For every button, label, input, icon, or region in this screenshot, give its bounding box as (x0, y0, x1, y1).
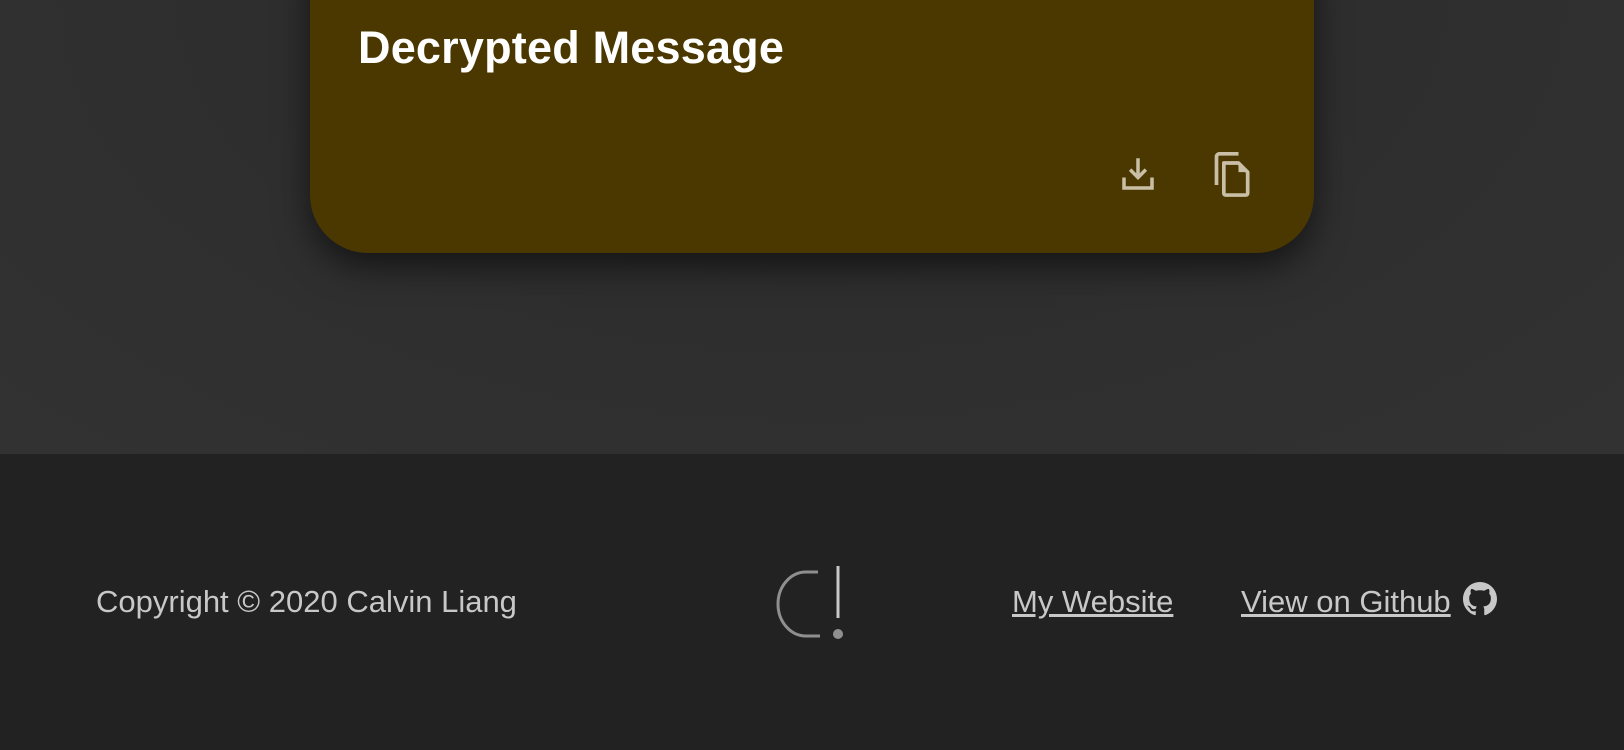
download-icon (1122, 158, 1154, 190)
download-button[interactable] (1112, 148, 1164, 200)
card-title: Decrypted Message (358, 22, 785, 73)
copy-button[interactable] (1207, 148, 1259, 200)
decrypted-message-card: Decrypted Message (310, 0, 1314, 253)
github-icon[interactable] (1463, 582, 1497, 616)
copy-icon (1214, 152, 1250, 197)
main-content-area: Decrypted Message (0, 0, 1624, 454)
view-on-github-link[interactable]: View on Github (1241, 584, 1451, 620)
footer: Copyright © 2020 Calvin Liang My Website… (0, 454, 1624, 750)
copyright-text: Copyright © 2020 Calvin Liang (96, 584, 517, 619)
logo-icon (776, 566, 843, 639)
my-website-link[interactable]: My Website (1012, 584, 1173, 620)
